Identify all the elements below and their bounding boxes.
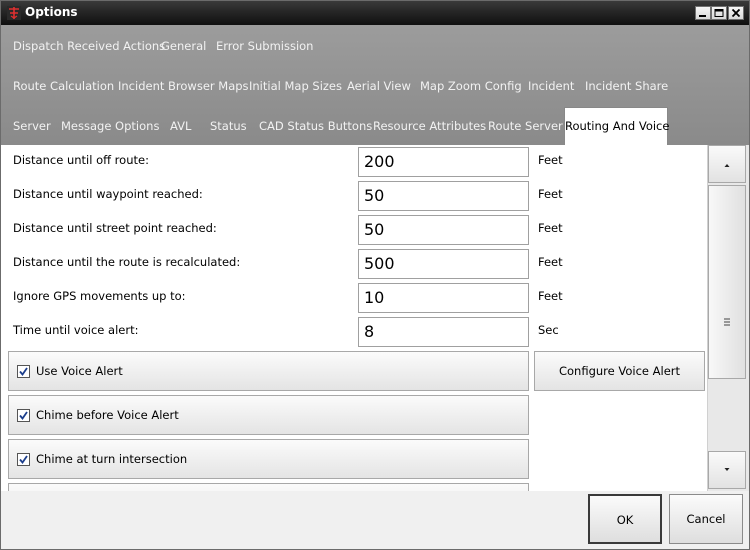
tab-dispatch-received-actions[interactable]: Dispatch Received Actions (13, 26, 165, 66)
voice-alert-time-input[interactable]: 8 (358, 317, 529, 347)
grip-icon (724, 318, 730, 326)
tab-server[interactable]: Server (13, 106, 51, 146)
checkmark-icon (19, 367, 28, 376)
tab-error-submission[interactable]: Error Submission (216, 26, 313, 66)
vertical-scrollbar[interactable] (707, 145, 749, 491)
arrow-down-icon (724, 468, 730, 471)
street-point-reached-input[interactable]: 50 (358, 215, 529, 245)
maximize-icon (714, 9, 724, 17)
tab-incident[interactable]: Incident (528, 66, 574, 106)
chime-before-voice-alert-option[interactable]: Chime before Voice Alert (8, 395, 529, 435)
scroll-thumb[interactable] (708, 185, 746, 379)
title-bar[interactable]: Options (1, 1, 749, 25)
ok-button[interactable]: OK (588, 494, 662, 544)
checkmark-icon (19, 455, 28, 464)
routing-voice-panel: Distance until off route: 200 Feet Dista… (1, 145, 707, 491)
chime-at-turn-label: Chime at turn intersection (36, 452, 188, 466)
off-route-input[interactable]: 200 (358, 147, 529, 177)
cancel-button[interactable]: Cancel (669, 494, 743, 544)
tab-incident-share[interactable]: Incident Share (585, 66, 668, 106)
tab-general[interactable]: General (161, 26, 206, 66)
tab-route-server[interactable]: Route Server (488, 106, 563, 146)
chime-at-turn-checkbox[interactable] (17, 453, 30, 466)
use-voice-alert-option[interactable]: Use Voice Alert (8, 351, 529, 391)
close-icon (731, 9, 741, 17)
chime-at-turn-option[interactable]: Chime at turn intersection (8, 439, 529, 479)
dialog-footer: OK Cancel (1, 491, 749, 549)
tab-cad-status-buttons[interactable]: CAD Status Buttons (259, 106, 372, 146)
waypoint-reached-input[interactable]: 50 (358, 181, 529, 211)
tab-route-calculation[interactable]: Route Calculation (13, 66, 114, 106)
off-route-unit: Feet (538, 153, 563, 167)
tab-resource-attributes[interactable]: Resource Attributes (373, 106, 486, 146)
tab-message-options[interactable]: Message Options (61, 106, 159, 146)
route-recalculated-unit: Feet (538, 255, 563, 269)
waypoint-reached-unit: Feet (538, 187, 563, 201)
partial-option-panel[interactable] (8, 483, 529, 491)
tab-initial-map-sizes[interactable]: Initial Map Sizes (249, 66, 342, 106)
minimize-icon (699, 15, 706, 17)
close-button[interactable] (728, 6, 744, 20)
options-window: Options Dispatch Received Actions Genera… (0, 0, 750, 550)
checkmark-icon (19, 411, 28, 420)
window-title: Options (25, 5, 78, 19)
chime-before-voice-alert-label: Chime before Voice Alert (36, 408, 179, 422)
voice-alert-time-label: Time until voice alert: (13, 323, 139, 337)
route-recalculated-input[interactable]: 500 (358, 249, 529, 279)
minimize-button[interactable] (695, 6, 711, 20)
tab-strip: Dispatch Received Actions General Error … (1, 25, 749, 145)
tab-map-zoom-config[interactable]: Map Zoom Config (420, 66, 522, 106)
ignore-gps-input[interactable]: 10 (358, 283, 529, 313)
scroll-down-button[interactable] (708, 451, 746, 489)
scroll-up-button[interactable] (708, 145, 746, 183)
ignore-gps-label: Ignore GPS movements up to: (13, 289, 186, 303)
use-voice-alert-checkbox[interactable] (17, 365, 30, 378)
tab-incident-browser-maps[interactable]: Incident Browser Maps (118, 66, 249, 106)
tab-status[interactable]: Status (210, 106, 247, 146)
app-icon (7, 6, 21, 20)
configure-voice-alert-button[interactable]: Configure Voice Alert (534, 351, 705, 391)
off-route-label: Distance until off route: (13, 153, 149, 167)
street-point-reached-label: Distance until street point reached: (13, 221, 217, 235)
tab-avl[interactable]: AVL (170, 106, 191, 146)
use-voice-alert-label: Use Voice Alert (36, 364, 123, 378)
waypoint-reached-label: Distance until waypoint reached: (13, 187, 203, 201)
ignore-gps-unit: Feet (538, 289, 563, 303)
tab-routing-and-voice[interactable]: Routing And Voice (564, 107, 669, 145)
chime-before-voice-alert-checkbox[interactable] (17, 409, 30, 422)
street-point-reached-unit: Feet (538, 221, 563, 235)
tab-aerial-view[interactable]: Aerial View (347, 66, 411, 106)
voice-alert-time-unit: Sec (538, 323, 559, 337)
arrow-up-icon (724, 164, 730, 167)
route-recalculated-label: Distance until the route is recalculated… (13, 255, 241, 269)
maximize-button[interactable] (711, 6, 727, 20)
